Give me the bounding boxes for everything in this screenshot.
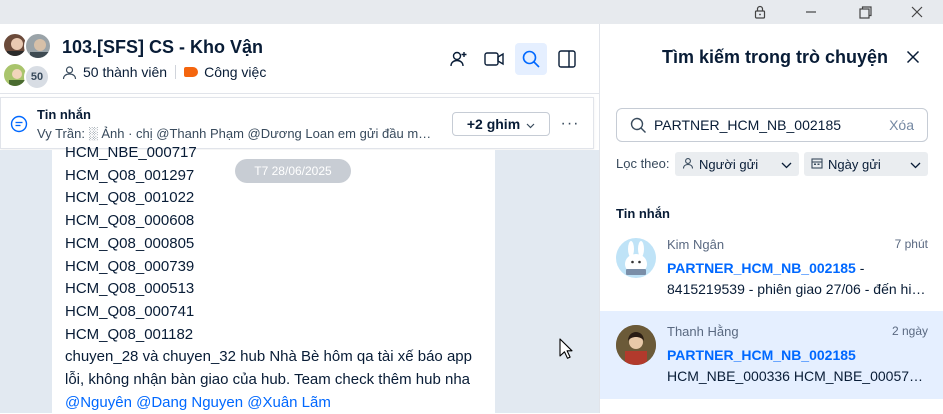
conversation-area: HCM_NBE_000717 HCM_Q08_001297 HCM_Q08_00… xyxy=(0,144,599,414)
chat-header: 50 103.[SFS] CS - Kho Vận 50 thành viên … xyxy=(0,24,599,94)
chevron-down-icon xyxy=(526,116,535,132)
mentions-line: @Nguyên @Dang Nguyen @Xuân Lãm xyxy=(65,392,472,414)
result-snippet: 8415219539 - phiên giao 27/06 - đến hiện… xyxy=(667,281,929,297)
minimize-icon[interactable] xyxy=(786,0,836,24)
result-snippet: HCM_NBE_000336 HCM_NBE_000573 HCM_NBE_00… xyxy=(667,368,929,384)
pinned-title: Tin nhắn xyxy=(37,107,91,122)
search-query: PARTNER_HCM_NB_002185 xyxy=(654,117,842,133)
more-options-button[interactable]: ··· xyxy=(558,112,582,136)
date-filter-label: Ngày gửi xyxy=(828,156,881,172)
more-pins-button[interactable]: +2 ghim xyxy=(452,112,550,136)
chevron-down-icon xyxy=(781,157,792,172)
search-panel: Tìm kiếm trong trò chuyện PARTNER_HCM_NB… xyxy=(599,24,943,413)
group-title[interactable]: 103.[SFS] CS - Kho Vận xyxy=(62,37,263,58)
mention-link[interactable]: @Dang Nguyen xyxy=(136,394,243,411)
search-input[interactable]: PARTNER_HCM_NB_002185 Xóa xyxy=(616,108,928,142)
members-label[interactable]: 50 thành viên xyxy=(83,64,167,80)
member-count-badge: 50 xyxy=(24,64,50,90)
result-highlight: PARTNER_HCM_NB_002185 xyxy=(667,260,856,276)
result-sender: Kim Ngân xyxy=(667,237,725,252)
window-title-bar xyxy=(0,0,943,24)
video-call-icon[interactable] xyxy=(478,43,510,75)
member-avatar xyxy=(24,32,52,60)
chevron-down-icon xyxy=(910,157,921,172)
category-label[interactable]: Công việc xyxy=(204,64,266,80)
avatar xyxy=(616,238,656,278)
results-section-title: Tin nhắn xyxy=(616,206,670,221)
message-bubble[interactable]: HCM_NBE_000717 HCM_Q08_001297 HCM_Q08_00… xyxy=(52,144,495,414)
clear-search-button[interactable]: Xóa xyxy=(889,117,914,133)
result-time: 2 ngày xyxy=(891,324,928,338)
date-filter[interactable]: Ngày gửi xyxy=(804,152,928,176)
message-line: chuyen_28 và chuyen_32 hub Nhà Bè hôm qa… xyxy=(65,348,472,366)
close-icon[interactable] xyxy=(892,0,942,24)
search-icon xyxy=(630,117,647,139)
search-icon[interactable] xyxy=(515,43,547,75)
result-time: 7 phút xyxy=(894,237,928,251)
result-sender: Thanh Hằng xyxy=(667,324,739,339)
message-line: HCM_Q08_000739 xyxy=(65,257,195,275)
calendar-icon xyxy=(811,157,823,172)
search-panel-title: Tìm kiếm trong trò chuyện xyxy=(662,47,889,67)
sidebar-toggle-icon[interactable] xyxy=(551,43,583,75)
sender-filter[interactable]: Người gửi xyxy=(675,152,799,176)
result-highlight: PARTNER_HCM_NB_002185 xyxy=(667,347,856,363)
sender-filter-label: Người gửi xyxy=(699,156,759,172)
message-line: HCM_Q08_000608 xyxy=(65,212,195,230)
more-pins-label: +2 ghim xyxy=(466,116,521,132)
date-divider: T7 28/06/2025 xyxy=(235,159,351,183)
message-line: HCM_Q08_000805 xyxy=(65,234,195,252)
filter-label: Lọc theo: xyxy=(616,156,670,171)
avatar xyxy=(616,325,656,365)
result-match-line: PARTNER_HCM_NB_002185 - xyxy=(667,260,864,276)
group-avatar[interactable]: 50 xyxy=(2,32,52,90)
person-icon xyxy=(682,157,694,172)
message-line: HCM_Q08_001182 xyxy=(65,325,194,343)
close-panel-icon[interactable] xyxy=(902,46,924,68)
add-member-icon[interactable] xyxy=(443,43,475,75)
result-match-suffix: - xyxy=(855,260,865,276)
result-match-line: PARTNER_HCM_NB_002185 xyxy=(667,347,856,363)
member-icon xyxy=(62,65,77,80)
mention-link[interactable]: @Nguyên xyxy=(65,394,132,411)
mouse-cursor-icon xyxy=(559,338,573,365)
group-meta: 50 thành viên Công việc xyxy=(62,64,266,80)
category-tag-icon xyxy=(184,67,199,77)
search-result-item[interactable]: Thanh Hằng 2 ngày PARTNER_HCM_NB_002185 … xyxy=(600,311,943,399)
message-line: HCM_Q08_000513 xyxy=(65,280,195,298)
restore-icon[interactable] xyxy=(840,0,890,24)
message-line: HCM_Q08_000741 xyxy=(65,302,195,320)
message-line: lỗi, không nhận bàn giao của hub. Team c… xyxy=(65,371,471,389)
meta-divider xyxy=(175,65,177,79)
lock-icon[interactable] xyxy=(735,0,785,24)
pinned-preview: Vy Trần: ░ Ảnh · chị @Thanh Phạm @Dương … xyxy=(37,126,437,141)
search-result-item[interactable]: Kim Ngân 7 phút PARTNER_HCM_NB_002185 - … xyxy=(600,224,943,312)
message-icon xyxy=(10,115,28,138)
message-line: HCM_Q08_001022 xyxy=(65,189,195,207)
mention-link[interactable]: @Xuân Lãm xyxy=(247,394,331,411)
